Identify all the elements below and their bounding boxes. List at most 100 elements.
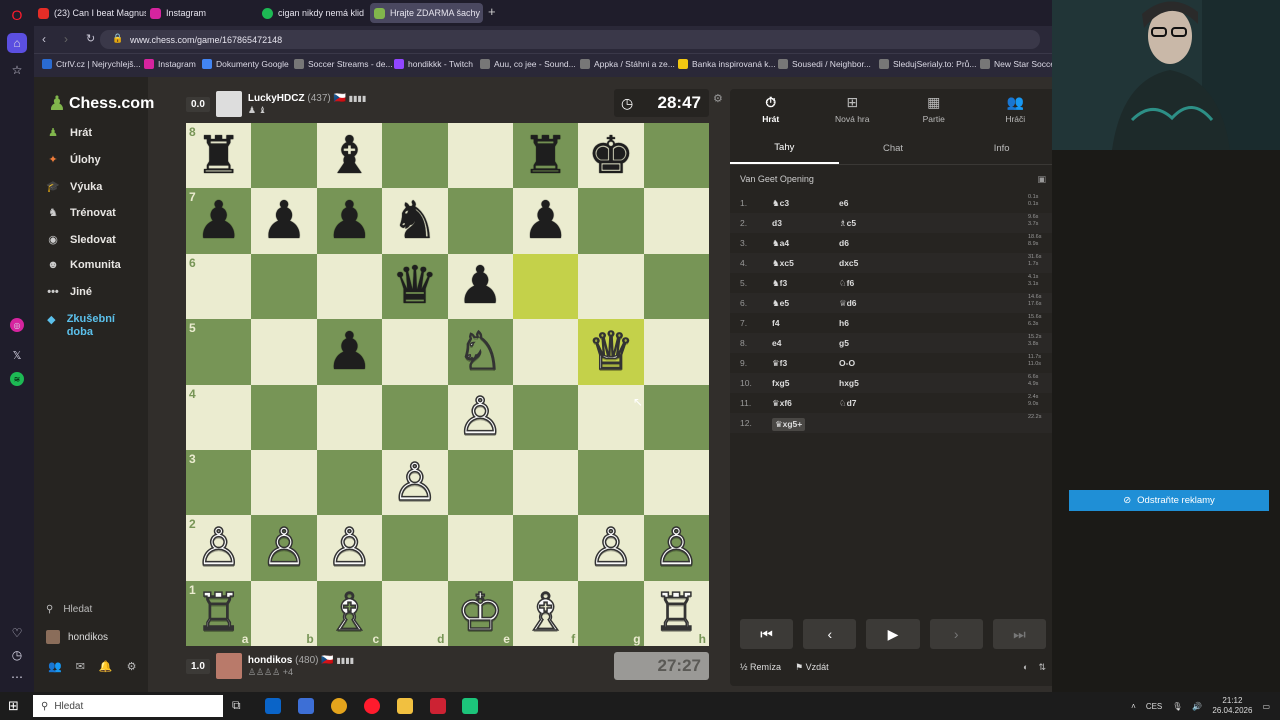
square-e8[interactable] xyxy=(447,123,513,189)
bookmark-8[interactable]: Sousedi / Neighbor... xyxy=(778,59,871,69)
analysis-icon[interactable]: ◐ xyxy=(1023,662,1028,673)
opera-icon[interactable] xyxy=(364,698,380,714)
app-icon[interactable] xyxy=(462,698,478,714)
white-piece[interactable]: ♙ xyxy=(195,521,243,575)
square-d3[interactable]: ♙ xyxy=(382,449,448,516)
taskbar-clock[interactable]: 21:12 26.04.2026 xyxy=(1212,696,1252,716)
draw-button[interactable]: ½ Remíza xyxy=(740,662,781,672)
square-f8[interactable]: ♜ xyxy=(512,123,579,189)
square-g2[interactable]: ♙ xyxy=(578,515,644,581)
black-move[interactable]: hxg5 xyxy=(839,378,859,388)
square-g1[interactable]: g xyxy=(578,580,644,646)
black-piece[interactable]: ♝ xyxy=(326,130,373,182)
square-e2[interactable] xyxy=(447,515,513,581)
white-move[interactable]: ♛xg5+ xyxy=(772,418,806,431)
sidebar-item-learn[interactable]: 🎓 Výuka xyxy=(46,180,102,194)
white-piece[interactable]: ♙ xyxy=(587,521,635,575)
first-move-button[interactable]: ⏮ xyxy=(740,619,794,649)
bell-icon[interactable]: 🔔 xyxy=(99,660,113,673)
browser-tab-1[interactable]: Instagram xyxy=(146,3,254,23)
sidebar-item-more[interactable]: ••• Jiné xyxy=(46,286,92,298)
black-piece[interactable]: ♚ xyxy=(588,130,635,182)
home-icon[interactable]: ⌂ xyxy=(7,33,27,53)
chevron-up-icon[interactable]: ˄ xyxy=(1131,702,1136,711)
chess-board[interactable]: 8 ♜ ♝ ♜ ♚ 7 ♟ ♟ ♟ ♞ ♟ 6 ♛ ♟ 5 ♟ ♘ ♕ 4 ♙ 3 ♙ 2 ♙ ♙ ♙ ♙ ♙ 1 a ♖ b c ♗ d e ♔ f ♗ g… xyxy=(186,123,709,646)
tab-info[interactable]: Info xyxy=(947,133,1056,164)
square-f4[interactable] xyxy=(512,384,579,450)
square-h6[interactable] xyxy=(643,253,709,320)
black-move[interactable]: e6 xyxy=(839,198,848,208)
notifications-icon[interactable]: ▭ xyxy=(1262,702,1270,711)
sidebar-item-puzzles[interactable]: ✦ Úlohy xyxy=(46,153,100,167)
white-move[interactable]: d3 xyxy=(772,218,782,228)
white-piece[interactable]: ♙ xyxy=(456,390,504,444)
taskbar-search[interactable]: ⚲ Hledat xyxy=(33,695,223,717)
square-c3[interactable] xyxy=(316,449,383,516)
square-c1[interactable]: c ♗ xyxy=(316,580,383,646)
heart-icon[interactable]: ♡ xyxy=(7,623,27,643)
tab-games[interactable]: ▦ Partie xyxy=(893,89,975,129)
back-icon[interactable]: ‹ xyxy=(42,32,46,46)
more-icon[interactable]: ⋯ xyxy=(7,667,27,687)
square-f1[interactable]: f ♗ xyxy=(512,580,579,646)
square-d2[interactable] xyxy=(382,515,448,581)
square-d4[interactable] xyxy=(382,384,448,450)
black-move[interactable]: O-O xyxy=(839,358,855,368)
square-d8[interactable] xyxy=(382,123,448,189)
black-move[interactable]: d6 xyxy=(839,238,849,248)
white-piece[interactable]: ♖ xyxy=(195,587,243,641)
white-move[interactable]: f4 xyxy=(772,318,780,328)
bookmark-3[interactable]: Soccer Streams - de... xyxy=(294,59,393,69)
bookmark-7[interactable]: Banka inspirovaná k... xyxy=(678,59,776,69)
browser-tab-3[interactable]: Hrajte ZDARMA šachy xyxy=(370,3,483,23)
play-button[interactable]: ▶ xyxy=(866,619,920,649)
sidebar-item-trial[interactable]: ◆ Zkušební doba xyxy=(46,313,126,339)
square-a6[interactable]: 6 xyxy=(186,253,252,320)
flip-board-icon[interactable]: ⇅ xyxy=(1038,662,1046,673)
square-b5[interactable] xyxy=(251,319,317,385)
square-b8[interactable] xyxy=(251,123,317,189)
bookmark-10[interactable]: New Star Soccer xyxy=(980,59,1058,69)
square-h5[interactable] xyxy=(643,319,709,385)
square-d7[interactable]: ♞ xyxy=(382,188,448,254)
speaker-icon[interactable]: 🔊 xyxy=(1192,702,1202,711)
black-piece[interactable]: ♟ xyxy=(326,326,373,378)
sidebar-user[interactable]: hondikos xyxy=(46,630,108,644)
sidebar-item-play[interactable]: ♟ Hrát xyxy=(46,126,92,140)
resign-button[interactable]: ⚑ Vzdát xyxy=(795,662,829,673)
microphone-icon[interactable]: 🎙 xyxy=(1172,702,1182,711)
white-move[interactable]: e4 xyxy=(772,338,781,348)
square-g8[interactable]: ♚ xyxy=(578,123,644,189)
task-view-icon[interactable]: ⧉ xyxy=(232,698,248,714)
white-move[interactable]: ♞e5 xyxy=(772,298,789,309)
sidebar-item-community[interactable]: ☻ Komunita xyxy=(46,259,121,271)
square-f2[interactable] xyxy=(512,515,579,581)
opening-name[interactable]: Van Geet Opening xyxy=(740,174,814,184)
previous-move-button[interactable]: ‹ xyxy=(803,619,857,649)
white-piece[interactable]: ♗ xyxy=(325,587,373,641)
square-f6[interactable] xyxy=(512,253,579,320)
reload-icon[interactable]: ↻ xyxy=(86,32,95,45)
tab-moves[interactable]: Tahy xyxy=(730,133,839,164)
black-piece[interactable]: ♟ xyxy=(195,195,242,247)
square-e3[interactable] xyxy=(447,449,513,516)
spotify-icon[interactable]: ≋ xyxy=(10,372,24,386)
square-b7[interactable]: ♟ xyxy=(251,188,317,254)
last-move-button[interactable]: ⏭ xyxy=(992,619,1047,649)
square-e7[interactable] xyxy=(447,188,513,254)
square-c2[interactable]: ♙ xyxy=(316,515,383,581)
square-b6[interactable] xyxy=(251,253,317,320)
remove-ads-button[interactable]: ⊘ Odstraňte reklamy xyxy=(1069,490,1269,511)
black-piece[interactable]: ♟ xyxy=(457,260,504,312)
square-b1[interactable]: b xyxy=(251,580,317,646)
black-move[interactable]: ♘f6 xyxy=(839,278,854,289)
sidebar-search[interactable]: ⚲ Hledat xyxy=(46,604,92,615)
square-d5[interactable] xyxy=(382,319,448,385)
square-c4[interactable] xyxy=(316,384,383,450)
square-g5[interactable]: ♕ xyxy=(578,319,644,385)
bookmark-5[interactable]: Auu, co jee - Sound... xyxy=(480,59,576,69)
white-piece[interactable]: ♘ xyxy=(456,325,504,379)
square-h2[interactable]: ♙ xyxy=(643,515,709,581)
bookmark-4[interactable]: hondikkk - Twitch xyxy=(394,59,473,69)
square-e6[interactable]: ♟ xyxy=(447,253,513,320)
